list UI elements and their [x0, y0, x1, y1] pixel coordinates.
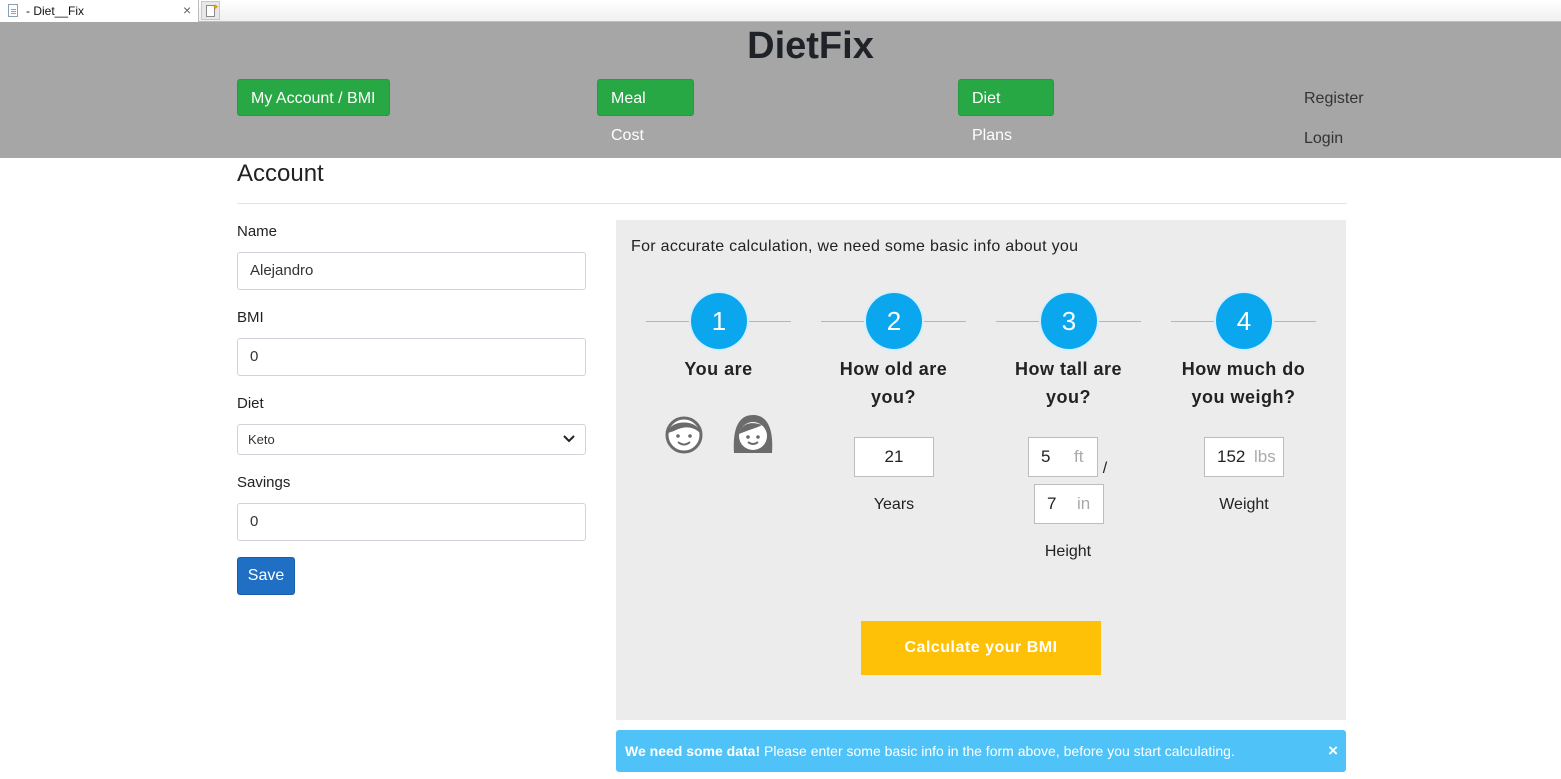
step-number-badge: 2 — [866, 293, 922, 349]
female-face-icon[interactable] — [732, 413, 774, 455]
browser-tab[interactable]: - Diet__Fix × — [0, 0, 199, 22]
step-number-badge: 3 — [1041, 293, 1097, 349]
diet-selected-value: Keto — [248, 432, 275, 447]
save-button[interactable]: Save — [237, 557, 295, 595]
calculate-bmi-button[interactable]: Calculate your BMI — [861, 621, 1101, 675]
weight-value: 152 — [1217, 447, 1246, 466]
chevron-down-icon — [563, 435, 575, 443]
diet-select[interactable]: Keto — [237, 424, 586, 455]
step-title: You are — [684, 359, 753, 379]
bmi-label: BMI — [237, 309, 264, 326]
page-title: Account — [237, 160, 324, 187]
height-separator: / — [1102, 460, 1108, 477]
height-caption: Height — [1044, 543, 1092, 560]
savings-label: Savings — [237, 474, 291, 491]
site-brand[interactable]: DietFix — [30, 25, 1561, 68]
savings-field[interactable]: 0 — [237, 503, 586, 541]
height-inches-input[interactable]: 7 in — [1034, 484, 1104, 524]
bmi-calculator-panel: For accurate calculation, we need some b… — [616, 220, 1346, 720]
height-inches-unit: in — [1077, 494, 1091, 513]
step-title: How much do you weigh? — [1181, 359, 1306, 407]
name-field[interactable]: Alejandro — [237, 252, 586, 290]
name-label: Name — [237, 223, 278, 240]
alert-message: Please enter some basic info in the form… — [760, 743, 1235, 759]
weight-unit: lbs — [1254, 447, 1276, 466]
site-header: DietFix My Account / BMI Meal Cost Diet … — [0, 22, 1561, 158]
login-link[interactable]: Login — [1304, 130, 1343, 148]
step-title: How tall are you? — [1014, 359, 1123, 407]
height-inches-value: 7 — [1047, 494, 1057, 513]
browser-tab-strip: - Diet__Fix × ✦ — [0, 0, 1561, 22]
step-number-badge: 1 — [691, 293, 747, 349]
nav-diet-plans-button[interactable]: Diet Plans — [958, 79, 1054, 144]
weight-input[interactable]: 152 lbs — [1204, 437, 1284, 477]
step-title: How old are you? — [839, 359, 948, 407]
bmi-field[interactable]: 0 — [237, 338, 586, 376]
sparkle-icon: ✦ — [212, 2, 220, 12]
register-link[interactable]: Register — [1304, 90, 1364, 108]
nav-my-account-bmi-button[interactable]: My Account / BMI — [237, 79, 390, 116]
tab-close-icon[interactable]: × — [183, 2, 191, 18]
browser-tab-title: - Diet__Fix — [26, 4, 85, 18]
divider — [237, 203, 1347, 204]
weight-caption: Weight — [1219, 496, 1269, 513]
diet-label: Diet — [237, 395, 264, 412]
alert-strong-text: We need some data! — [625, 743, 761, 759]
height-feet-value: 5 — [1041, 447, 1051, 466]
close-icon[interactable]: × — [1328, 730, 1338, 772]
info-alert: We need some data! Please enter some bas… — [616, 730, 1346, 772]
nav-meal-cost-button[interactable]: Meal Cost — [597, 79, 694, 144]
height-feet-input[interactable]: 5 ft — [1028, 437, 1098, 477]
male-face-icon[interactable] — [663, 413, 705, 455]
step-number-badge: 4 — [1216, 293, 1272, 349]
new-tab-button[interactable]: ✦ — [201, 1, 220, 20]
height-feet-unit: ft — [1074, 447, 1084, 466]
document-icon — [8, 4, 18, 17]
age-caption: Years — [873, 496, 915, 513]
panel-intro-text: For accurate calculation, we need some b… — [631, 238, 1079, 255]
age-input[interactable]: 21 — [854, 437, 934, 477]
